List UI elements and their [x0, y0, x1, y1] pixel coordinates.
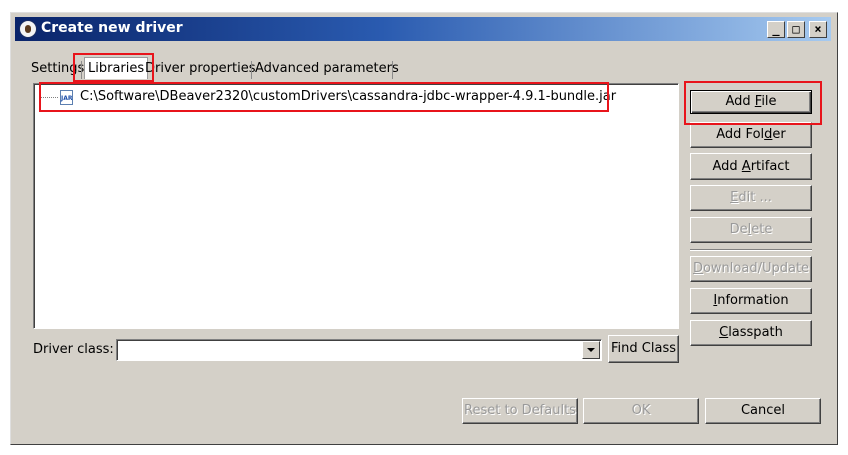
tab-separator: [251, 61, 252, 79]
delete-button[interactable]: Delete: [690, 217, 812, 243]
libraries-list[interactable]: JAR C:\Software\DBeaver2320\customDriver…: [33, 83, 679, 329]
create-driver-dialog: Create new driver _ □ × Settings Librari…: [10, 12, 838, 445]
close-button[interactable]: ×: [809, 21, 827, 38]
chevron-down-icon[interactable]: [582, 341, 600, 359]
maximize-button[interactable]: □: [787, 21, 805, 38]
tab-separator: [392, 61, 393, 79]
driver-class-label: Driver class:: [33, 342, 114, 357]
driver-class-combo[interactable]: [116, 339, 602, 361]
reset-defaults-button[interactable]: Reset to Defaults: [462, 398, 578, 424]
highlight-box-libraries-tab: [73, 53, 154, 82]
highlight-box-add-file: [684, 81, 822, 125]
find-class-button[interactable]: Find Class: [608, 335, 679, 363]
dbeaver-logo-icon: [19, 20, 37, 38]
cancel-button[interactable]: Cancel: [705, 398, 821, 424]
add-artifact-button[interactable]: Add Artifact: [690, 153, 812, 180]
tab-advanced-parameters[interactable]: Advanced parameters: [255, 59, 399, 79]
add-folder-button[interactable]: Add Folder: [690, 122, 812, 148]
title-bar[interactable]: Create new driver _ □ ×: [15, 17, 831, 41]
window-title: Create new driver: [41, 20, 183, 36]
edit-button[interactable]: Edit ...: [690, 185, 812, 211]
ok-button[interactable]: OK: [583, 398, 699, 424]
button-separator: [690, 249, 812, 251]
classpath-button[interactable]: Classpath: [690, 320, 812, 346]
download-update-button[interactable]: Download/Update: [690, 256, 812, 282]
minimize-button[interactable]: _: [767, 21, 785, 38]
highlight-box-library-path: [39, 82, 609, 112]
information-button[interactable]: Information: [690, 288, 812, 314]
tab-driver-properties[interactable]: Driver properties: [145, 59, 255, 79]
